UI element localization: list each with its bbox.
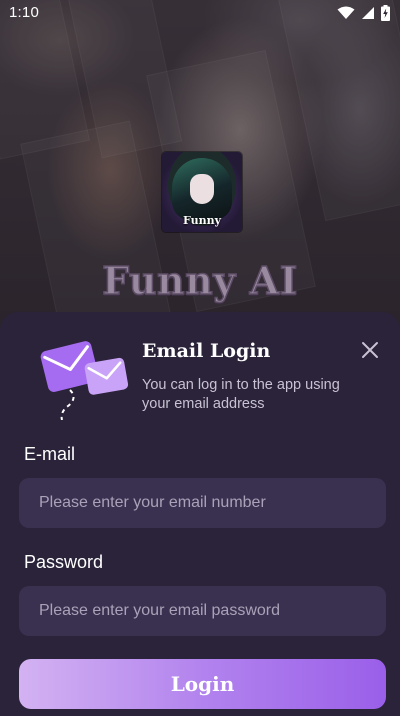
email-field[interactable] (19, 478, 386, 528)
signal-icon (361, 6, 375, 24)
close-icon (362, 342, 378, 358)
app-logo-face (190, 174, 214, 204)
sheet-subtitle: You can log in to the app using your ema… (142, 377, 340, 412)
status-icons (337, 5, 390, 25)
password-label: Password (24, 552, 104, 572)
email-label: E-mail (24, 444, 76, 464)
status-time: 1:10 (9, 4, 39, 21)
login-screen: 1:10 Funny Funny AI Email Login You can … (0, 0, 400, 716)
envelopes-icon (40, 328, 132, 421)
email-field-container (19, 478, 386, 528)
battery-charging-icon (381, 5, 390, 25)
login-button[interactable]: Login (19, 659, 386, 709)
close-button[interactable] (356, 336, 384, 364)
sheet-title: Email Login (142, 340, 271, 362)
wifi-icon (337, 6, 355, 24)
status-bar: 1:10 (0, 0, 400, 26)
password-field[interactable] (19, 586, 386, 636)
app-logo: Funny (162, 152, 242, 232)
password-field-container (19, 586, 386, 636)
app-title: Funny AI (101, 257, 298, 304)
app-logo-text: Funny (182, 214, 221, 227)
